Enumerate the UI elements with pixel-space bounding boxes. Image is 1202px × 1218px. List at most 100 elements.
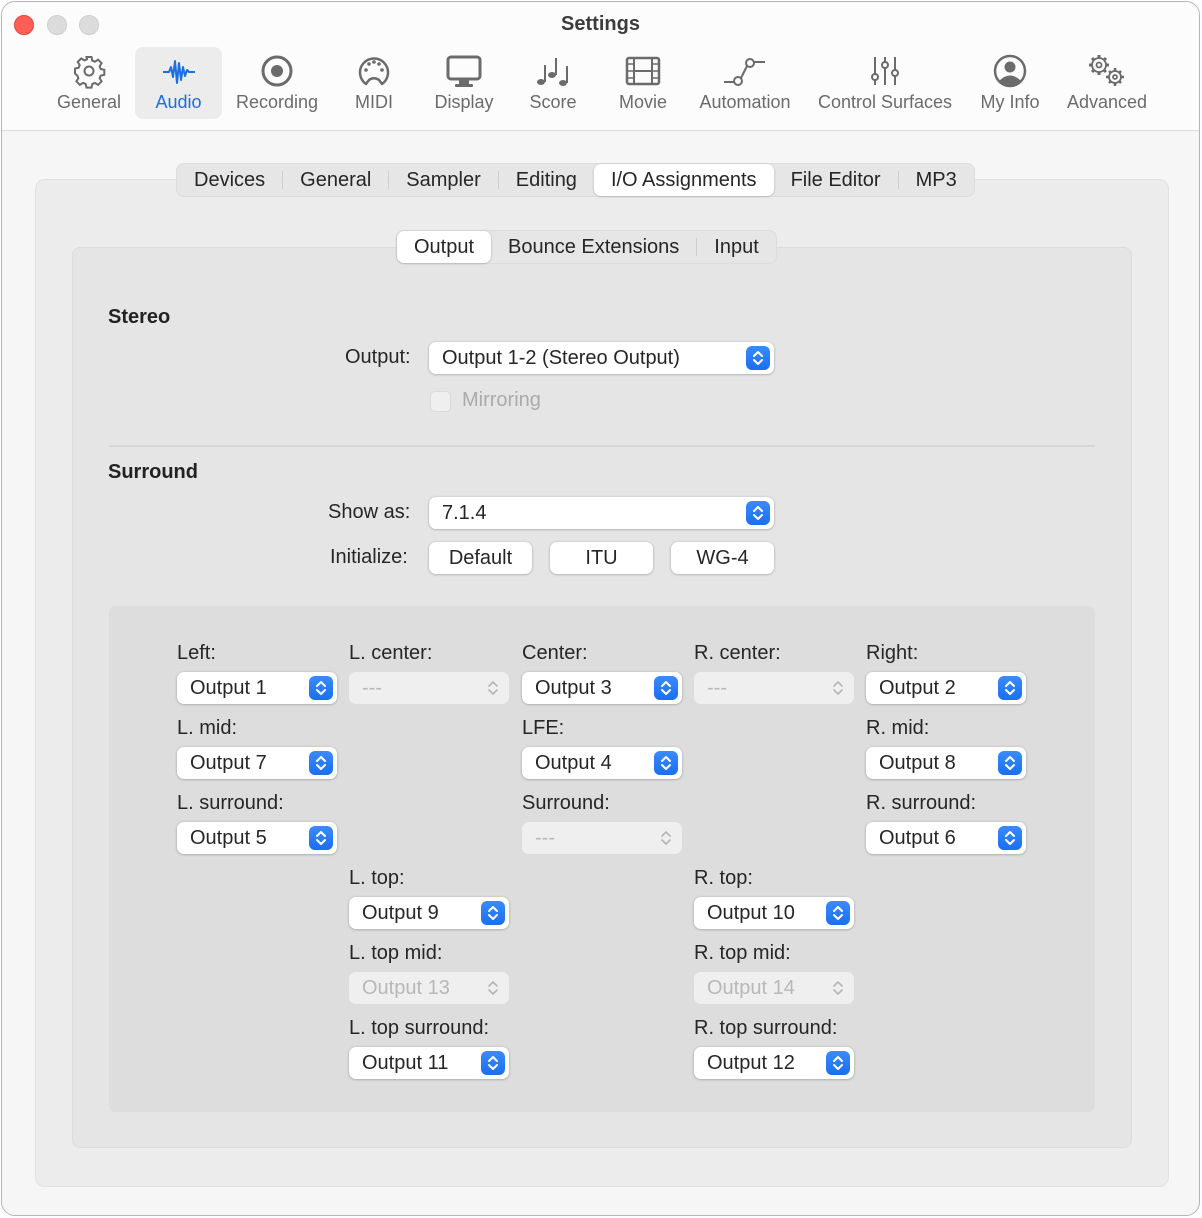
- chevron-up-down-icon: [481, 901, 505, 925]
- chevron-up-down-icon: [481, 676, 505, 700]
- l-mid-output-popup[interactable]: Output 7: [177, 747, 337, 779]
- popup-value: Output 8: [879, 752, 956, 774]
- toolbar-item-my-info[interactable]: My Info: [974, 47, 1046, 119]
- tab-io-assignments[interactable]: I/O Assignments: [593, 164, 774, 196]
- initialize-label: Initialize:: [330, 546, 408, 568]
- chevron-up-down-icon: [654, 826, 678, 850]
- popup-value: Output 13: [362, 977, 450, 999]
- toolbar-item-display[interactable]: Display: [424, 47, 504, 119]
- chevron-up-down-icon: [746, 501, 770, 525]
- toolbar-label: Audio: [155, 92, 202, 112]
- r-top-surround-label: R. top surround:: [694, 1017, 838, 1039]
- tab-sampler[interactable]: Sampler: [389, 164, 497, 196]
- settings-window: Settings General Audio Recording MIDI Di…: [1, 1, 1200, 1216]
- record-icon: [261, 55, 293, 87]
- popup-value: Output 6: [879, 827, 956, 849]
- toolbar-item-advanced[interactable]: Advanced: [1060, 47, 1154, 119]
- subtab-output[interactable]: Output: [397, 231, 492, 263]
- chevron-up-down-icon: [826, 676, 850, 700]
- l-top-label: L. top:: [349, 867, 405, 889]
- tab-mp3[interactable]: MP3: [899, 164, 974, 196]
- l-surround-label: L. surround:: [177, 792, 284, 814]
- main-tab-bar: Devices General Sampler Editing I/O Assi…: [176, 163, 975, 197]
- popup-value: Output 2: [879, 677, 956, 699]
- midi-connector-icon: [358, 57, 390, 86]
- r-top-label: R. top:: [694, 867, 753, 889]
- left-label: Left:: [177, 642, 216, 664]
- r-mid-output-popup[interactable]: Output 8: [866, 747, 1026, 779]
- subtab-input[interactable]: Input: [697, 231, 775, 263]
- r-top-output-popup[interactable]: Output 10: [694, 897, 854, 929]
- mirroring-label: Mirroring: [462, 389, 541, 411]
- gear-icon: [74, 56, 106, 89]
- popup-value: Output 4: [535, 752, 612, 774]
- l-top-output-popup[interactable]: Output 9: [349, 897, 509, 929]
- l-surround-output-popup[interactable]: Output 5: [177, 822, 337, 854]
- lfe-label: LFE:: [522, 717, 565, 739]
- tab-editing[interactable]: Editing: [499, 164, 594, 196]
- toolbar-item-midi[interactable]: MIDI: [342, 47, 406, 119]
- chevron-up-down-icon: [998, 676, 1022, 700]
- chevron-up-down-icon: [309, 676, 333, 700]
- stereo-output-label: Output:: [345, 346, 411, 368]
- r-center-output-popup: ---: [694, 672, 854, 704]
- mirroring-checkbox[interactable]: [430, 391, 451, 412]
- l-center-label: L. center:: [349, 642, 433, 664]
- chevron-up-down-icon: [481, 976, 505, 1000]
- chevron-up-down-icon: [998, 751, 1022, 775]
- toolbar-label: General: [56, 92, 122, 112]
- initialize-wg4-button[interactable]: WG-4: [671, 542, 774, 574]
- popup-value: Output 1: [190, 677, 267, 699]
- popup-value: Output 9: [362, 902, 439, 924]
- r-surround-label: R. surround:: [866, 792, 977, 814]
- toolbar-label: Movie: [618, 92, 667, 112]
- popup-value: Output 11: [362, 1052, 449, 1074]
- r-top-mid-label: R. top mid:: [694, 942, 791, 964]
- r-top-surround-output-popup[interactable]: Output 12: [694, 1047, 854, 1079]
- l-mid-label: L. mid:: [177, 717, 238, 739]
- popup-value: Output 10: [707, 902, 795, 924]
- l-top-surround-output-popup[interactable]: Output 11: [349, 1047, 509, 1079]
- popup-value: ---: [362, 677, 382, 699]
- toolbar-item-automation[interactable]: Automation: [694, 47, 796, 119]
- left-output-popup[interactable]: Output 1: [177, 672, 337, 704]
- center-label: Center:: [522, 642, 588, 664]
- right-output-popup[interactable]: Output 2: [866, 672, 1026, 704]
- toolbar-item-recording[interactable]: Recording: [228, 47, 326, 119]
- surround-output-popup: ---: [522, 822, 682, 854]
- tab-file-editor[interactable]: File Editor: [774, 164, 898, 196]
- popup-value: 7.1.4: [442, 502, 487, 524]
- person-circle-icon: [993, 54, 1027, 88]
- r-top-mid-output-popup: Output 14: [694, 972, 854, 1004]
- toolbar-label: Recording: [235, 92, 319, 112]
- section-divider: [109, 445, 1095, 447]
- sliders-icon: [871, 57, 899, 85]
- surround-label: Surround:: [522, 792, 610, 814]
- show-as-popup[interactable]: 7.1.4: [429, 497, 774, 529]
- stereo-output-popup[interactable]: Output 1-2 (Stereo Output): [429, 342, 774, 374]
- initialize-itu-button[interactable]: ITU: [550, 542, 653, 574]
- subtab-bounce-extensions[interactable]: Bounce Extensions: [491, 231, 696, 263]
- toolbar-label: Display: [434, 92, 494, 112]
- surround-section-title: Surround: [108, 461, 198, 483]
- toolbar-label: Advanced: [1066, 92, 1148, 112]
- tab-general[interactable]: General: [283, 164, 388, 196]
- toolbar-item-movie[interactable]: Movie: [608, 47, 678, 119]
- initialize-default-button[interactable]: Default: [429, 542, 532, 574]
- toolbar-item-audio[interactable]: Audio: [135, 47, 222, 119]
- l-top-mid-output-popup: Output 13: [349, 972, 509, 1004]
- chevron-up-down-icon: [826, 901, 850, 925]
- toolbar-item-score[interactable]: Score: [518, 47, 588, 119]
- show-as-label: Show as:: [328, 501, 411, 523]
- toolbar-item-general[interactable]: General: [48, 47, 130, 119]
- toolbar-label: Control Surfaces: [817, 92, 953, 112]
- chevron-up-down-icon: [309, 751, 333, 775]
- center-output-popup[interactable]: Output 3: [522, 672, 682, 704]
- chevron-up-down-icon: [826, 1051, 850, 1075]
- r-surround-output-popup[interactable]: Output 6: [866, 822, 1026, 854]
- window-title: Settings: [561, 13, 640, 35]
- lfe-output-popup[interactable]: Output 4: [522, 747, 682, 779]
- tab-devices[interactable]: Devices: [177, 164, 282, 196]
- toolbar-item-control-surfaces[interactable]: Control Surfaces: [812, 47, 958, 119]
- waveform-icon: [162, 60, 195, 84]
